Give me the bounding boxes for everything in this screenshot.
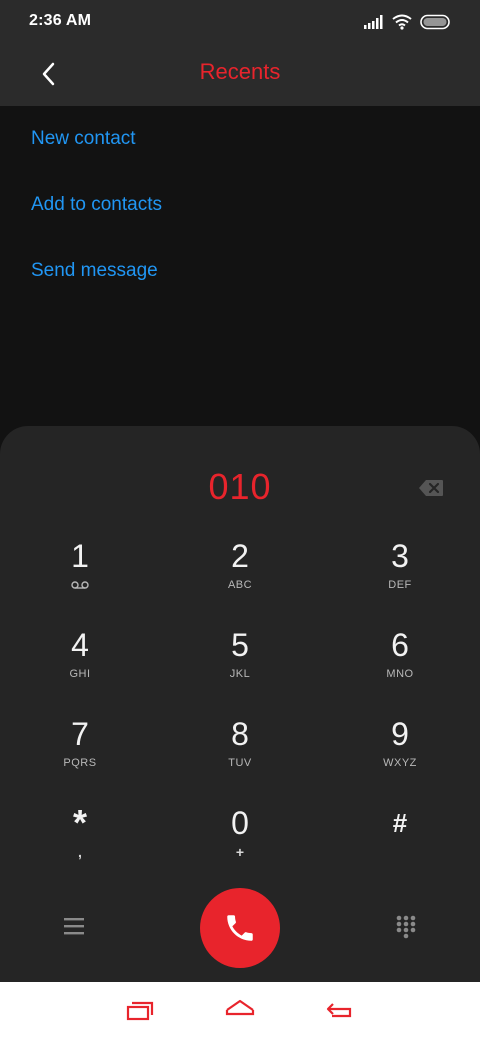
key-letters: , [78,844,82,860]
status-bar: 2:36 AM [0,0,480,42]
key-5[interactable]: 5 JKL [160,625,320,714]
key-0[interactable]: 0 + [160,803,320,892]
key-7[interactable]: 7 PQRS [0,714,160,803]
signal-icon [364,15,383,29]
key-letters: + [235,844,245,860]
add-to-contacts-link[interactable]: Add to contacts [0,172,480,238]
key-digit: 7 [71,716,89,752]
key-3[interactable]: 3 DEF [320,536,480,625]
key-digit: 0 [231,805,249,841]
status-time: 2:36 AM [29,12,92,29]
key-digit: 3 [391,538,409,574]
navigation-bar [0,982,480,1040]
key-8[interactable]: 8 TUV [160,714,320,803]
dialer-panel: 010 1 2 ABC 3 DEF 4 GHI 5 JKL 6 MNO 7 PQ… [0,426,480,982]
page-title: Recents [199,59,281,84]
backspace-icon[interactable] [418,478,444,498]
key-digit: 1 [71,538,89,574]
app-header: Recents [0,42,480,106]
dialer-screen: 2:36 AM Recents New contact Add to conta… [0,0,480,1040]
key-hash[interactable]: # [320,803,480,892]
key-letters: JKL [229,668,251,680]
call-button[interactable] [200,888,280,968]
dialed-number: 010 [208,466,272,507]
key-letters: PQRS [63,757,97,769]
dialpad-icon[interactable] [395,914,417,940]
key-digit: 2 [231,538,249,574]
key-2[interactable]: 2 ABC [160,536,320,625]
new-contact-link[interactable]: New contact [0,106,480,172]
key-digit: * [72,802,87,843]
key-letters: MNO [386,668,414,680]
key-digit: # [392,808,408,838]
key-star[interactable]: * , [0,803,160,892]
voicemail-icon [71,581,89,589]
key-digit: 5 [231,627,249,663]
status-icons [364,12,452,32]
key-digit: 9 [391,716,409,752]
home-icon[interactable] [224,998,256,1024]
key-digit: 8 [231,716,249,752]
key-digit: 4 [71,627,89,663]
key-digit: 6 [391,627,409,663]
key-9[interactable]: 9 WXYZ [320,714,480,803]
recent-apps-icon[interactable] [124,998,156,1024]
back-nav-icon[interactable] [324,998,356,1024]
key-letters: GHI [69,668,91,680]
keypad: 1 2 ABC 3 DEF 4 GHI 5 JKL 6 MNO 7 PQRS 8… [0,536,480,892]
key-letters: DEF [388,579,412,591]
wifi-icon [392,14,412,30]
action-list: New contact Add to contacts Send message [0,106,480,304]
key-letters: ABC [227,579,253,591]
menu-icon[interactable] [62,916,86,936]
key-6[interactable]: 6 MNO [320,625,480,714]
send-message-link[interactable]: Send message [0,238,480,304]
key-1[interactable]: 1 [0,536,160,625]
key-letters: TUV [228,757,252,769]
key-4[interactable]: 4 GHI [0,625,160,714]
phone-icon [227,915,253,941]
battery-icon [420,14,450,30]
dialer-controls [0,888,480,968]
key-letters: WXYZ [383,757,417,769]
